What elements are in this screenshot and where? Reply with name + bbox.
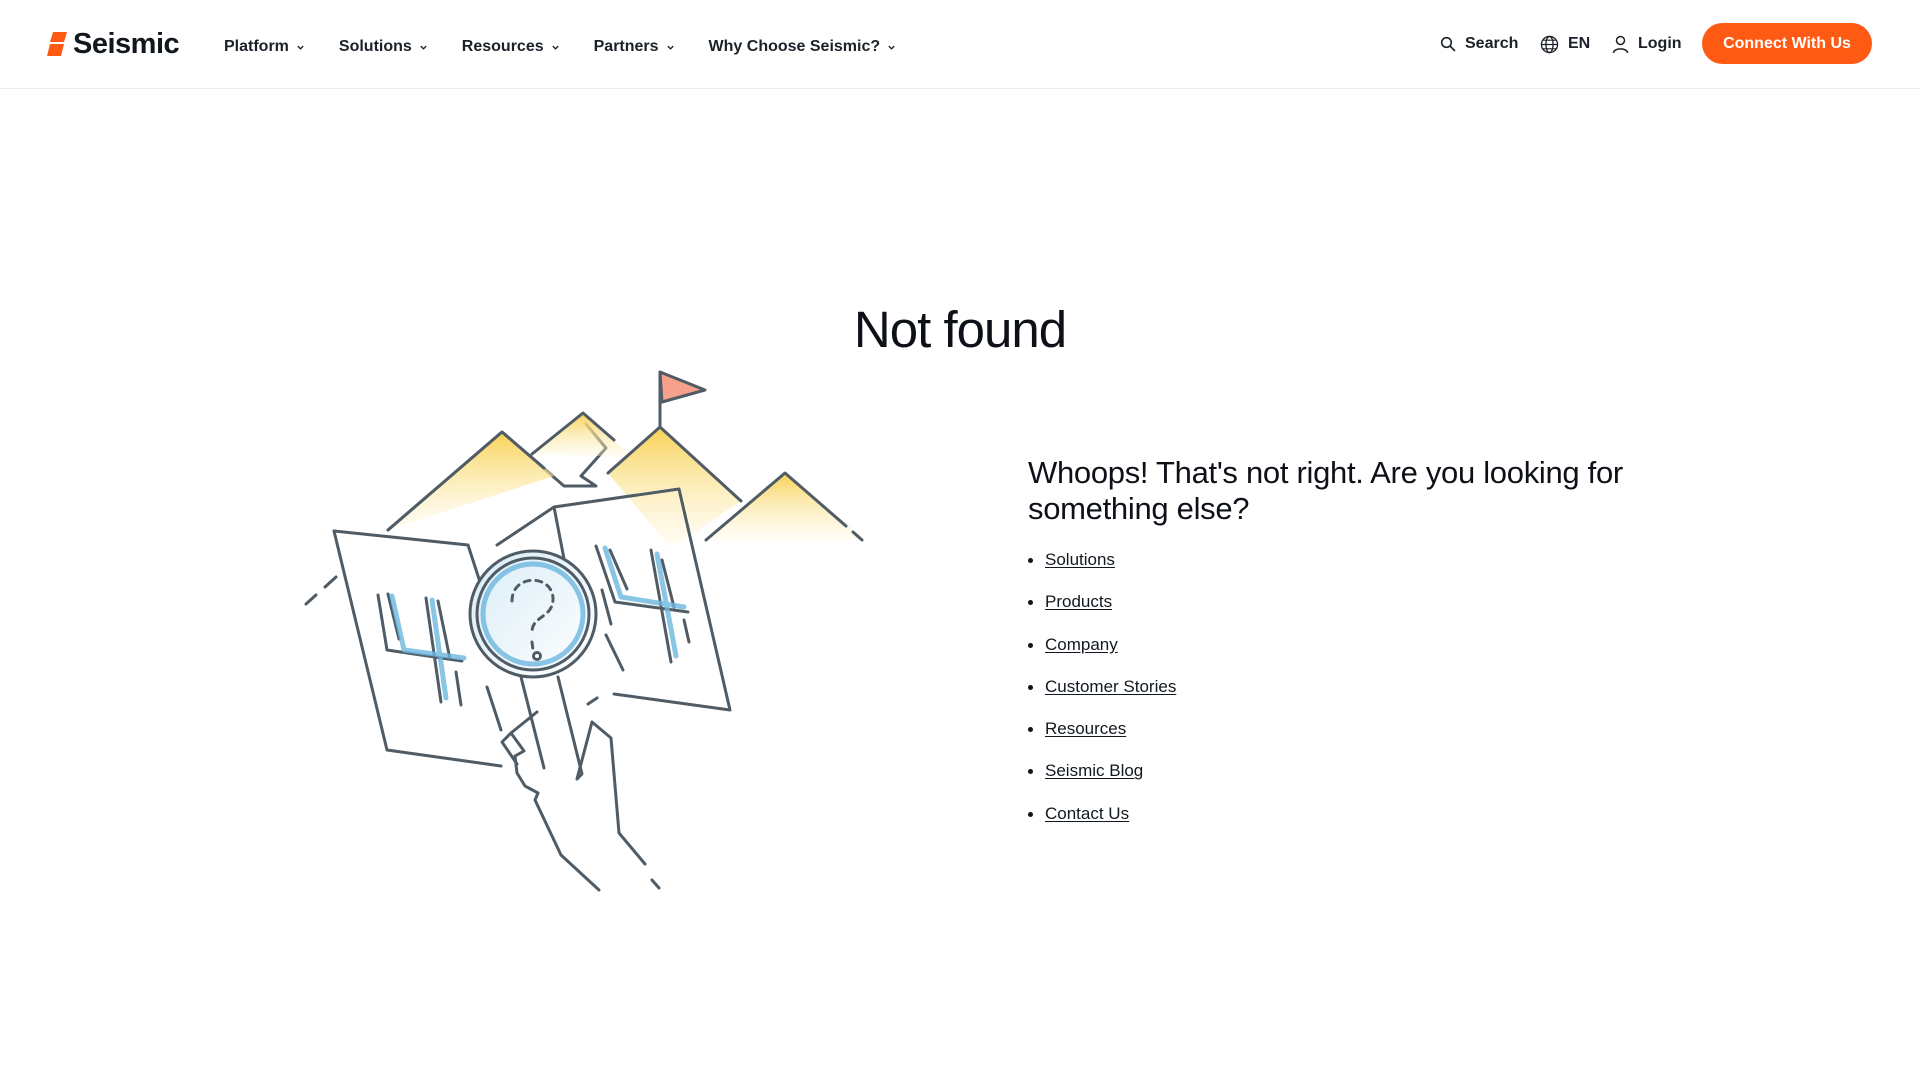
chevron-down-icon	[297, 45, 304, 50]
link-customer-stories[interactable]: Customer Stories	[1045, 677, 1176, 696]
link-solutions[interactable]: Solutions	[1045, 550, 1115, 569]
connect-with-us-button[interactable]: Connect With Us	[1702, 23, 1872, 64]
site-header: Seismic Platform Solutions Resources Par…	[0, 0, 1920, 89]
login-label: Login	[1638, 35, 1682, 52]
chevron-down-icon	[888, 45, 895, 50]
search-label: Search	[1465, 35, 1519, 52]
chevron-down-icon	[666, 45, 674, 50]
not-found-message: Whoops! That's not right. Are you lookin…	[1028, 455, 1623, 526]
nav-item-platform[interactable]: Platform	[224, 36, 305, 58]
chevron-down-icon	[420, 45, 427, 50]
list-item: Resources	[1028, 718, 1176, 760]
nav-item-partners[interactable]: Partners	[594, 36, 675, 58]
404-map-magnifier-illustration	[304, 370, 866, 892]
list-item: Solutions	[1028, 549, 1176, 591]
nav-item-why-choose-seismic[interactable]: Why Choose Seismic?	[709, 36, 897, 58]
nav-item-label: Partners	[593, 38, 659, 55]
chevron-down-icon	[551, 45, 559, 50]
link-company[interactable]: Company	[1045, 635, 1118, 654]
language-label: EN	[1568, 35, 1591, 52]
list-item: Contact Us	[1028, 803, 1176, 845]
main-nav: Platform Solutions Resources Partners Wh…	[224, 36, 896, 58]
link-seismic-blog[interactable]: Seismic Blog	[1045, 761, 1143, 780]
nav-item-label: Resources	[461, 38, 544, 55]
list-item: Company	[1028, 634, 1176, 676]
nav-item-label: Why Choose Seismic?	[708, 38, 881, 55]
language-selector[interactable]: EN	[1540, 32, 1590, 56]
link-products[interactable]: Products	[1045, 592, 1112, 611]
list-item: Seismic Blog	[1028, 760, 1176, 802]
link-contact-us[interactable]: Contact Us	[1045, 804, 1129, 823]
seismic-logo-icon	[47, 32, 67, 56]
nav-item-label: Platform	[224, 38, 289, 55]
suggested-links-list: Solutions Products Company Customer Stor…	[1028, 549, 1176, 845]
user-icon	[1612, 35, 1629, 53]
login-button[interactable]: Login	[1612, 32, 1682, 56]
nav-item-resources[interactable]: Resources	[462, 36, 560, 58]
list-item: Customer Stories	[1028, 676, 1176, 718]
page-title: Not found	[853, 301, 1067, 358]
nav-item-label: Solutions	[338, 38, 412, 55]
seismic-logo[interactable]: Seismic	[47, 27, 180, 60]
nav-item-solutions[interactable]: Solutions	[339, 36, 428, 58]
link-resources[interactable]: Resources	[1045, 719, 1126, 738]
search-button[interactable]: Search	[1440, 32, 1518, 56]
list-item: Products	[1028, 591, 1176, 633]
globe-icon	[1540, 35, 1559, 53]
logo-wordmark: Seismic	[73, 27, 180, 60]
search-icon	[1440, 36, 1456, 52]
